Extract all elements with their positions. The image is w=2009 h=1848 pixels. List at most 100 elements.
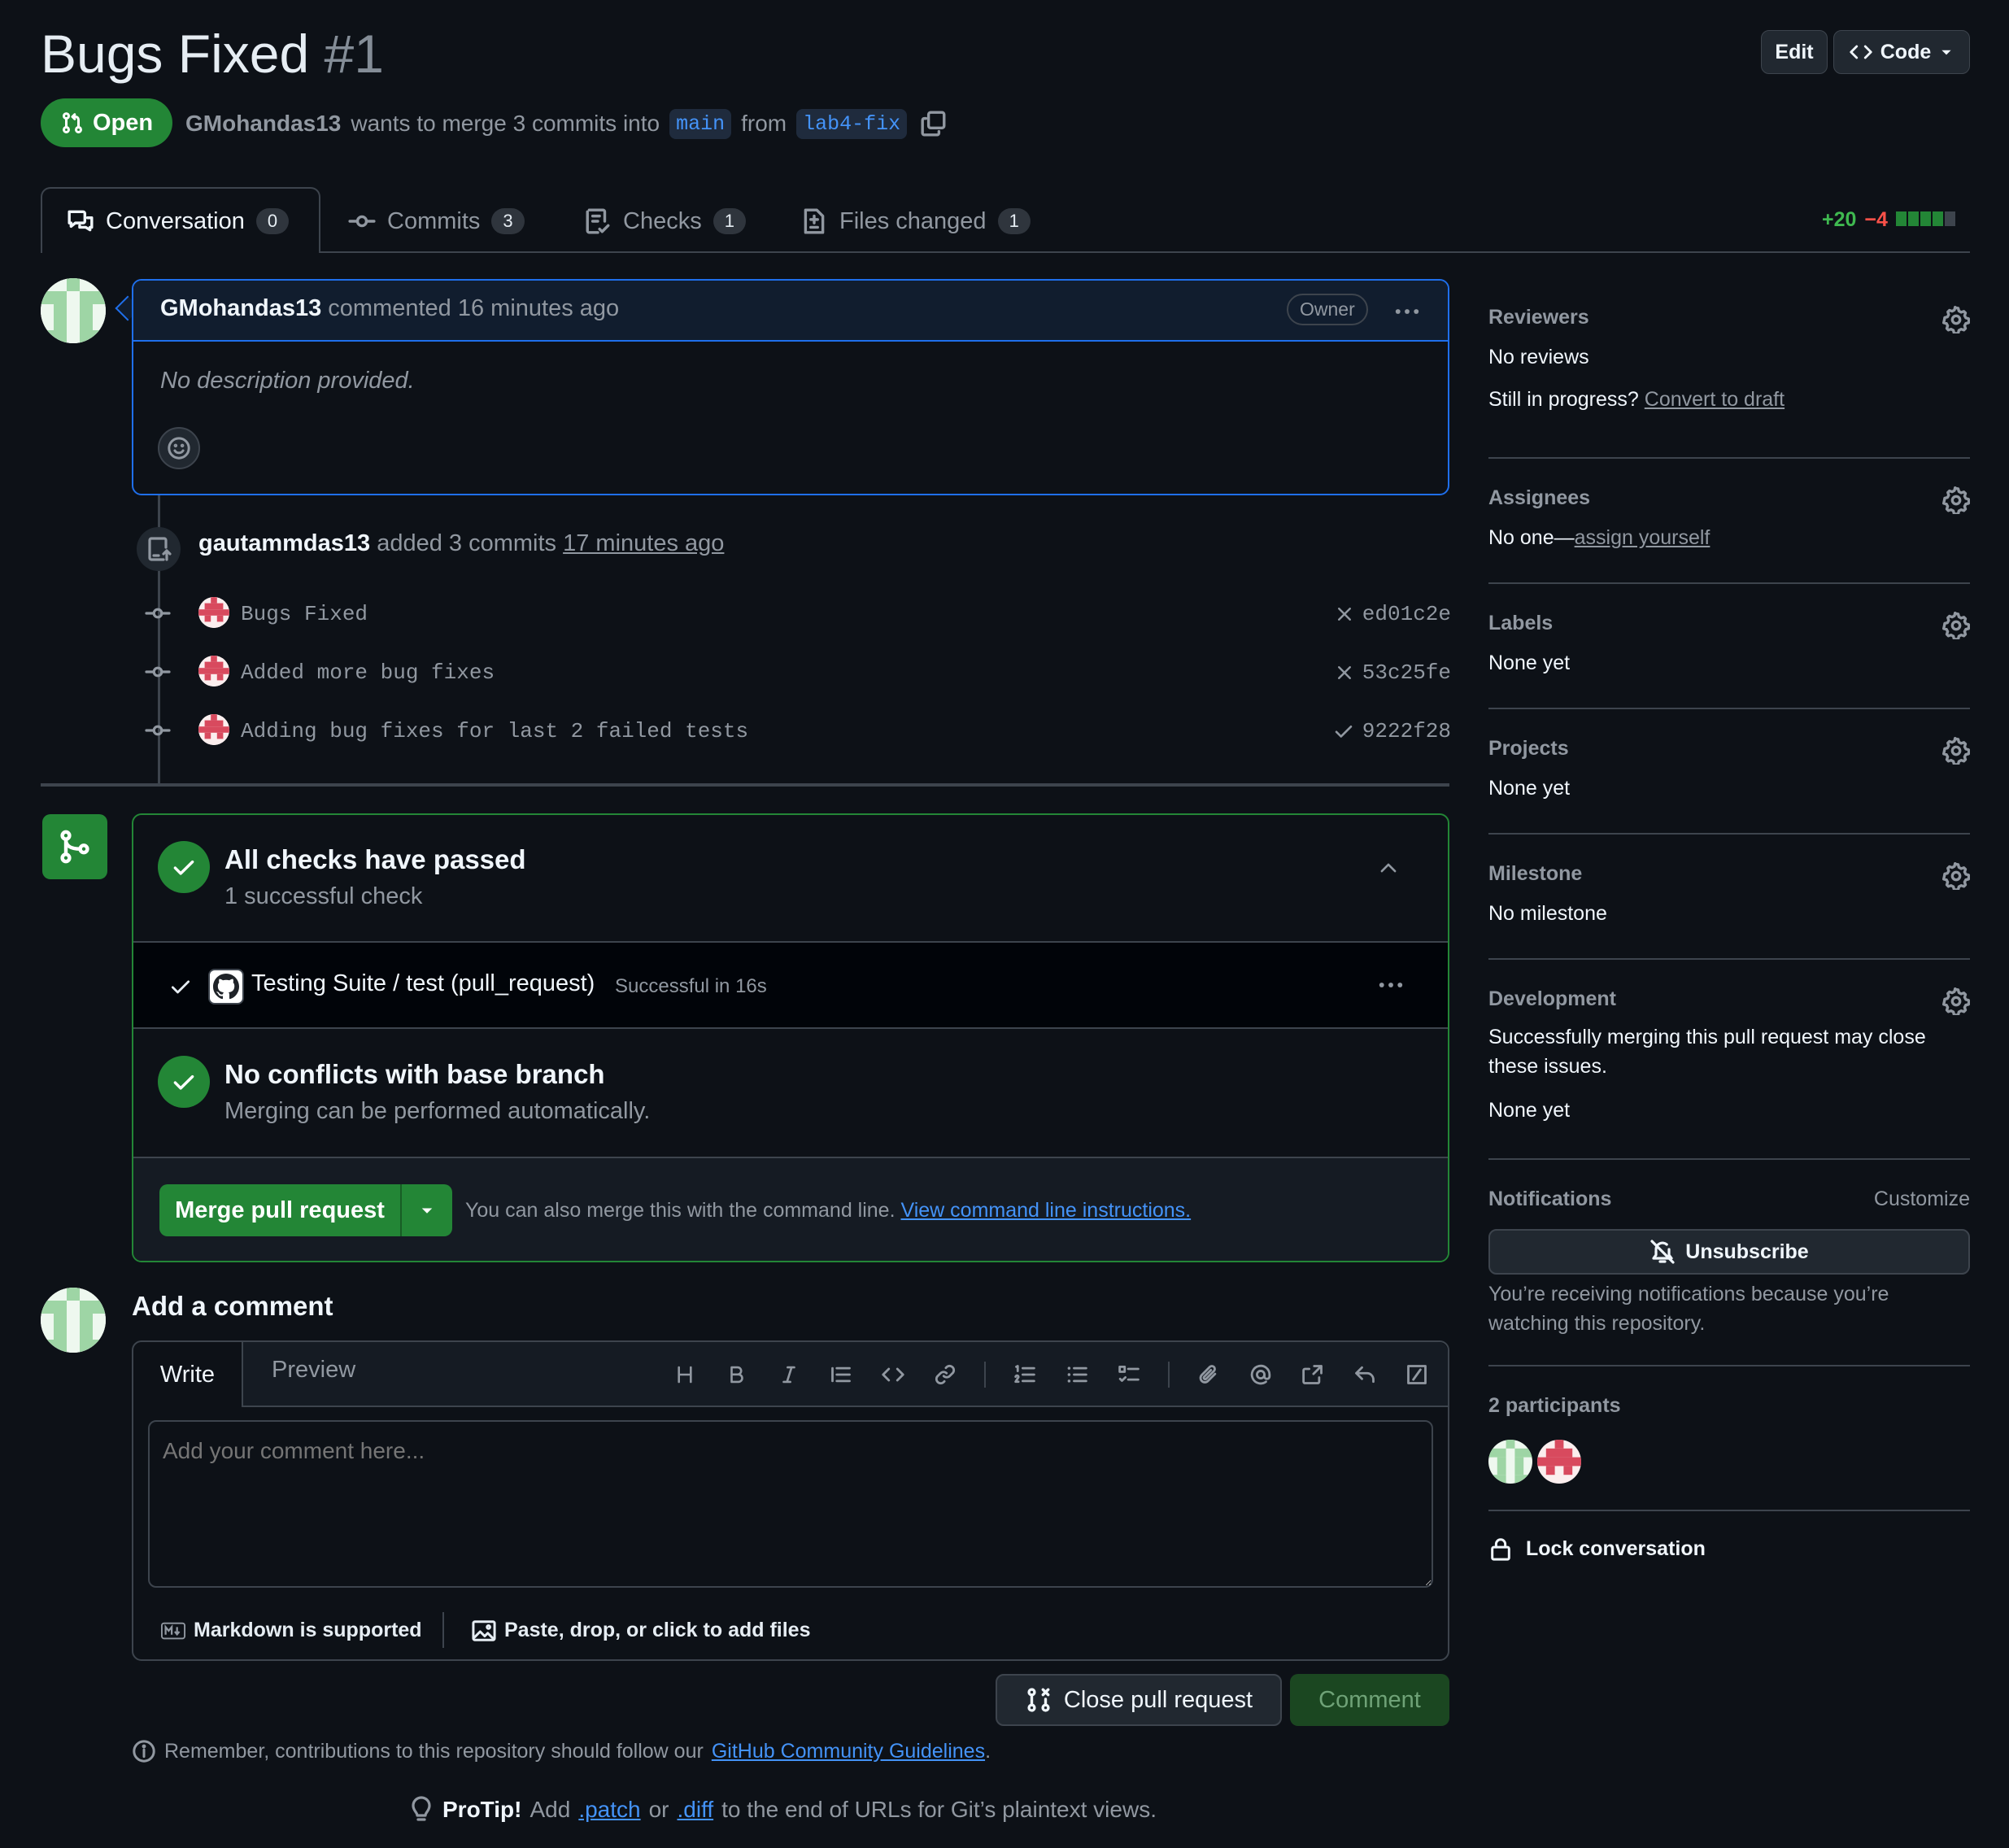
head-branch[interactable]: lab4-fix xyxy=(796,108,908,139)
reviewers-heading[interactable]: Reviewers xyxy=(1488,306,1970,329)
check-icon[interactable] xyxy=(1333,721,1354,742)
bold-button[interactable] xyxy=(721,1358,753,1391)
labels-heading[interactable]: Labels xyxy=(1488,612,1970,635)
code-button-toolbar[interactable] xyxy=(877,1358,909,1391)
caret-down-icon xyxy=(421,1208,433,1214)
git-commit-icon xyxy=(145,666,171,678)
command-line-instructions-link[interactable]: View command line instructions. xyxy=(900,1199,1191,1222)
kebab-icon[interactable] xyxy=(1392,297,1422,326)
tab-checks[interactable]: Checks 1 xyxy=(584,203,746,239)
lock-conversation-button[interactable]: Lock conversation xyxy=(1488,1536,1706,1562)
close-pull-request-button[interactable]: Close pull request xyxy=(996,1674,1282,1726)
x-icon[interactable] xyxy=(1335,604,1354,624)
code-button[interactable]: Code xyxy=(1833,30,1970,74)
commit-message-link[interactable]: Adding bug fixes for last 2 failed tests xyxy=(241,719,748,743)
pr-author-link[interactable]: GMohandas13 xyxy=(185,111,341,137)
caret-down-icon xyxy=(1941,50,1951,55)
add-files-button[interactable]: Paste, drop, or click to add files xyxy=(472,1619,811,1642)
list-unordered-icon xyxy=(1067,1366,1087,1383)
tab-conversation[interactable]: Conversation 0 xyxy=(67,203,290,239)
commit-message-link[interactable]: Bugs Fixed xyxy=(241,602,368,626)
avatar[interactable] xyxy=(41,278,106,343)
chevron-up-icon xyxy=(1380,863,1397,873)
gear-icon[interactable] xyxy=(1942,862,1970,890)
commit-sha-link[interactable]: 53c25fe xyxy=(1362,660,1451,685)
italic-icon xyxy=(782,1366,795,1384)
copy-icon[interactable] xyxy=(920,110,948,137)
check-run-menu-button[interactable] xyxy=(1376,970,1405,1000)
assignees-heading[interactable]: Assignees xyxy=(1488,486,1970,510)
milestone-heading[interactable]: Milestone xyxy=(1488,862,1970,886)
participant-avatar[interactable] xyxy=(1537,1440,1581,1484)
footer-separator xyxy=(442,1612,444,1648)
commit-message-link[interactable]: Added more bug fixes xyxy=(241,660,495,685)
unsubscribe-button[interactable]: Unsubscribe xyxy=(1488,1229,1970,1275)
commit-event-time[interactable]: 17 minutes ago xyxy=(563,530,724,556)
participant-avatar[interactable] xyxy=(1488,1440,1532,1484)
projects-heading[interactable]: Projects xyxy=(1488,737,1970,761)
gear-icon[interactable] xyxy=(1942,486,1970,514)
convert-to-draft-link[interactable]: Convert to draft xyxy=(1645,388,1785,411)
info-icon xyxy=(133,1740,155,1763)
cross-reference-button[interactable] xyxy=(1296,1358,1329,1391)
task-list-button[interactable] xyxy=(1113,1358,1145,1391)
ordered-list-button[interactable] xyxy=(1009,1358,1041,1391)
commit-author-avatar[interactable] xyxy=(198,597,229,628)
tab-commits[interactable]: Commits 3 xyxy=(348,203,525,239)
assign-yourself-link[interactable]: assign yourself xyxy=(1575,526,1710,549)
development-heading[interactable]: Development xyxy=(1488,987,1970,1011)
commit-author-avatar[interactable] xyxy=(198,656,229,686)
comment-author-link[interactable]: GMohandas13 xyxy=(160,295,321,321)
link-button[interactable] xyxy=(929,1358,961,1391)
add-reaction-button[interactable] xyxy=(158,427,200,469)
markdown-supported-link[interactable]: Markdown is supported xyxy=(161,1619,422,1642)
gear-icon[interactable] xyxy=(1942,306,1970,333)
sidebar-divider xyxy=(1488,958,1970,960)
avatar[interactable] xyxy=(41,1288,106,1353)
attach-button[interactable] xyxy=(1192,1358,1225,1391)
commit-author-avatar[interactable] xyxy=(198,714,229,745)
commit-sha-link[interactable]: 9222f28 xyxy=(1362,719,1451,743)
milestone-value: No milestone xyxy=(1488,902,1607,925)
gear-icon[interactable] xyxy=(1942,612,1970,639)
comment-button[interactable]: Comment xyxy=(1290,1674,1449,1726)
gear-icon[interactable] xyxy=(1942,987,1970,1015)
diff-link[interactable]: .diff xyxy=(678,1797,714,1823)
comment-timestamp[interactable]: commented 16 minutes ago xyxy=(328,295,619,321)
git-pull-request-icon xyxy=(62,112,82,133)
git-pull-request-closed-icon xyxy=(1027,1688,1050,1712)
commit-sha-link[interactable]: ed01c2e xyxy=(1362,602,1451,626)
participants-heading: 2 participants xyxy=(1488,1394,1621,1417)
slash-commands-button[interactable] xyxy=(1401,1358,1433,1391)
slash-icon xyxy=(1407,1365,1427,1384)
merge-pull-request-button[interactable]: Merge pull request xyxy=(159,1184,400,1236)
merge-method-dropdown[interactable] xyxy=(400,1184,452,1236)
guidelines-text: Remember, contributions to this reposito… xyxy=(164,1739,704,1763)
base-branch[interactable]: main xyxy=(669,108,732,139)
tab-preview[interactable]: Preview xyxy=(272,1357,355,1384)
x-icon[interactable] xyxy=(1335,663,1354,682)
community-guidelines-link[interactable]: GitHub Community Guidelines xyxy=(712,1740,985,1763)
commit-event-author[interactable]: gautammdas13 xyxy=(198,530,370,556)
italic-button[interactable] xyxy=(773,1358,805,1391)
unordered-list-button[interactable] xyxy=(1061,1358,1093,1391)
saved-reply-button[interactable] xyxy=(1349,1358,1381,1391)
customize-notifications-link[interactable]: Customize xyxy=(1874,1188,1970,1211)
merge-description: GMohandas13 wants to merge 3 commits int… xyxy=(185,106,948,142)
mention-button[interactable] xyxy=(1244,1358,1277,1391)
sidebar-labels: Labels None yet xyxy=(1488,612,1970,677)
tab-files-changed[interactable]: Files changed 1 xyxy=(800,203,1031,239)
quote-button[interactable] xyxy=(825,1358,857,1391)
patch-link[interactable]: .patch xyxy=(578,1797,640,1823)
edit-button[interactable]: Edit xyxy=(1761,30,1828,74)
deletions-count: −4 xyxy=(1864,208,1888,231)
comment-discussion-icon xyxy=(68,210,94,232)
check-run-name[interactable]: Testing Suite / test (pull_request) xyxy=(251,970,595,997)
comment-textarea[interactable] xyxy=(148,1420,1433,1588)
reviewers-value: No reviews xyxy=(1488,346,1589,368)
heading-button[interactable] xyxy=(669,1358,701,1391)
commit-sha: ed01c2e xyxy=(1335,602,1451,626)
gear-icon[interactable] xyxy=(1942,737,1970,765)
tab-write[interactable]: Write xyxy=(133,1342,243,1407)
collapse-checks-button[interactable] xyxy=(1378,857,1399,878)
